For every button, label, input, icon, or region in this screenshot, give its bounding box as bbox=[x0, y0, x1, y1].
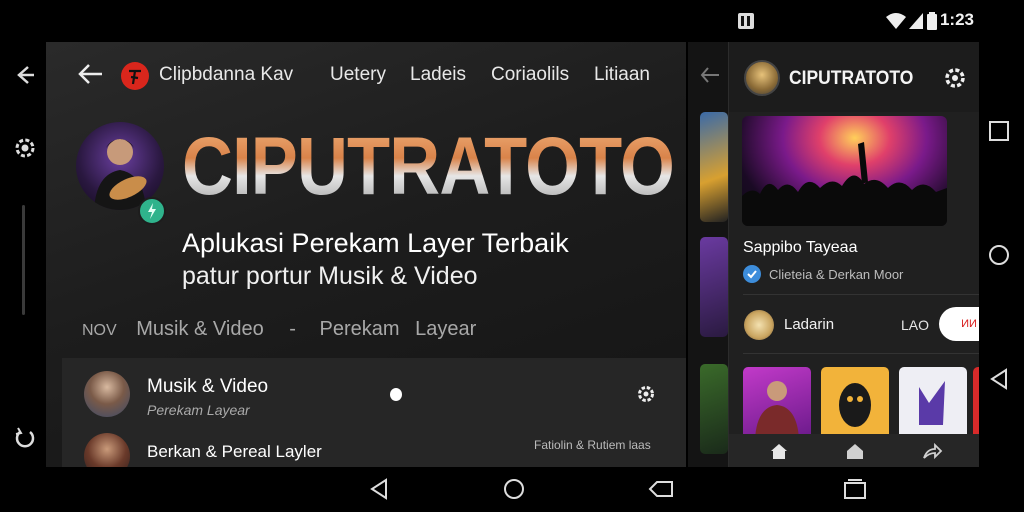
bottom-tab-bar bbox=[729, 434, 979, 467]
top-nav: Clipbdanna Kav Uetery Ladeis Coriaolils … bbox=[46, 42, 686, 104]
concert-thumbnail[interactable] bbox=[742, 116, 947, 226]
breadcrumb-item[interactable]: NOV bbox=[82, 322, 117, 339]
explore-icon[interactable] bbox=[845, 441, 865, 461]
settings-icon[interactable] bbox=[12, 135, 38, 161]
status-time: 1:23 bbox=[939, 10, 974, 29]
back-arrow-icon[interactable] bbox=[12, 62, 38, 88]
follow-button[interactable]: ИИ bbox=[939, 307, 979, 341]
nav-tab-4[interactable]: Coriaolils bbox=[491, 64, 569, 86]
card-subtitle: Clieteia & Derkan Moor bbox=[769, 267, 904, 282]
tile-thumbnail[interactable] bbox=[743, 367, 811, 439]
avatar bbox=[84, 433, 130, 467]
breadcrumb-separator: - bbox=[289, 318, 296, 340]
thumbnail[interactable] bbox=[700, 237, 728, 337]
list-item-title: Berkan & Pereal Layler bbox=[147, 442, 322, 461]
back-arrow-icon[interactable] bbox=[700, 66, 720, 84]
tile-thumbnail[interactable] bbox=[821, 367, 889, 439]
verified-check-icon bbox=[743, 265, 761, 283]
recents-icon[interactable] bbox=[988, 120, 1010, 142]
hero-title: CIPUTRATOTO bbox=[182, 121, 675, 212]
home-icon[interactable] bbox=[769, 441, 789, 461]
avatar bbox=[84, 371, 130, 417]
rotate-icon[interactable] bbox=[12, 424, 38, 450]
cursor-dot bbox=[390, 388, 402, 401]
nav-tab-1[interactable]: Clipbdanna Kav bbox=[159, 64, 293, 86]
nav-tab-5[interactable]: Litiaan bbox=[594, 64, 650, 86]
panel-header: CIPUTRATOTO bbox=[729, 42, 979, 112]
verified-badge-icon bbox=[138, 197, 166, 225]
tile-thumbnail[interactable] bbox=[973, 367, 979, 439]
back-arrow-icon[interactable] bbox=[78, 62, 104, 86]
main-panel: Clipbdanna Kav Uetery Ladeis Coriaolils … bbox=[46, 42, 686, 467]
notification-icon bbox=[738, 13, 754, 29]
user-avatar[interactable] bbox=[744, 310, 774, 340]
side-slider[interactable] bbox=[22, 205, 25, 315]
breadcrumb-item[interactable]: Layear bbox=[415, 318, 476, 340]
list-item[interactable]: Berkan & Pereal Layler Fatiolin & Rutiem… bbox=[62, 430, 686, 467]
card-title: Sappibo Tayeaa bbox=[743, 239, 858, 256]
gear-icon[interactable] bbox=[636, 384, 656, 404]
wifi-icon bbox=[886, 13, 906, 29]
list-item[interactable]: Musik & Video Perekam Layear bbox=[62, 358, 686, 430]
list-item-meta: Fatiolin & Rutiem laas bbox=[534, 438, 651, 452]
user-name[interactable]: Ladarin bbox=[784, 316, 834, 333]
divider bbox=[743, 294, 979, 295]
panel-title: CIPUTRATOTO bbox=[789, 68, 914, 89]
profile-avatar[interactable] bbox=[744, 60, 780, 96]
list-item-subtitle: Perekam Layear bbox=[147, 402, 250, 418]
breadcrumb-item[interactable]: Perekam bbox=[320, 318, 400, 340]
nav-tab-2[interactable]: Uetery bbox=[330, 64, 386, 86]
status-bar: 1:23 bbox=[0, 0, 1024, 40]
breadcrumb-item[interactable]: Musik & Video bbox=[136, 318, 263, 340]
home-circle-icon[interactable] bbox=[988, 244, 1010, 266]
breadcrumb: NOV Musik & Video - Perekam Layear bbox=[82, 318, 490, 341]
home-circle-icon[interactable] bbox=[503, 478, 525, 500]
system-nav-bar bbox=[0, 468, 1024, 512]
thumbnail[interactable] bbox=[700, 364, 728, 454]
share-icon[interactable] bbox=[921, 441, 943, 461]
back-triangle-icon[interactable] bbox=[988, 368, 1010, 390]
media-list: Musik & Video Perekam Layear Berkan & Pe… bbox=[62, 358, 686, 467]
battery-icon bbox=[927, 12, 937, 30]
user-count: LAO bbox=[901, 317, 930, 333]
signal-icon bbox=[909, 13, 923, 29]
thumbnail[interactable] bbox=[700, 112, 728, 222]
background-content-strip bbox=[688, 42, 728, 467]
back-tag-icon[interactable] bbox=[648, 478, 674, 500]
red-logo-icon[interactable] bbox=[121, 62, 149, 90]
recents-icon[interactable] bbox=[843, 478, 867, 500]
back-triangle-icon[interactable] bbox=[368, 478, 390, 500]
hero-subtitle-2: patur portur Musik & Video bbox=[182, 262, 478, 290]
gear-icon[interactable] bbox=[943, 66, 967, 90]
divider bbox=[743, 353, 979, 354]
hero-subtitle: Aplukasi Perekam Layer Terbaik bbox=[182, 228, 569, 258]
list-item-title: Musik & Video bbox=[147, 376, 269, 397]
right-panel: CIPUTRATOTO Sappibo Tayeaa Clieteia & De… bbox=[728, 42, 979, 467]
tile-thumbnail[interactable] bbox=[899, 367, 967, 439]
nav-tab-3[interactable]: Ladeis bbox=[410, 64, 466, 86]
